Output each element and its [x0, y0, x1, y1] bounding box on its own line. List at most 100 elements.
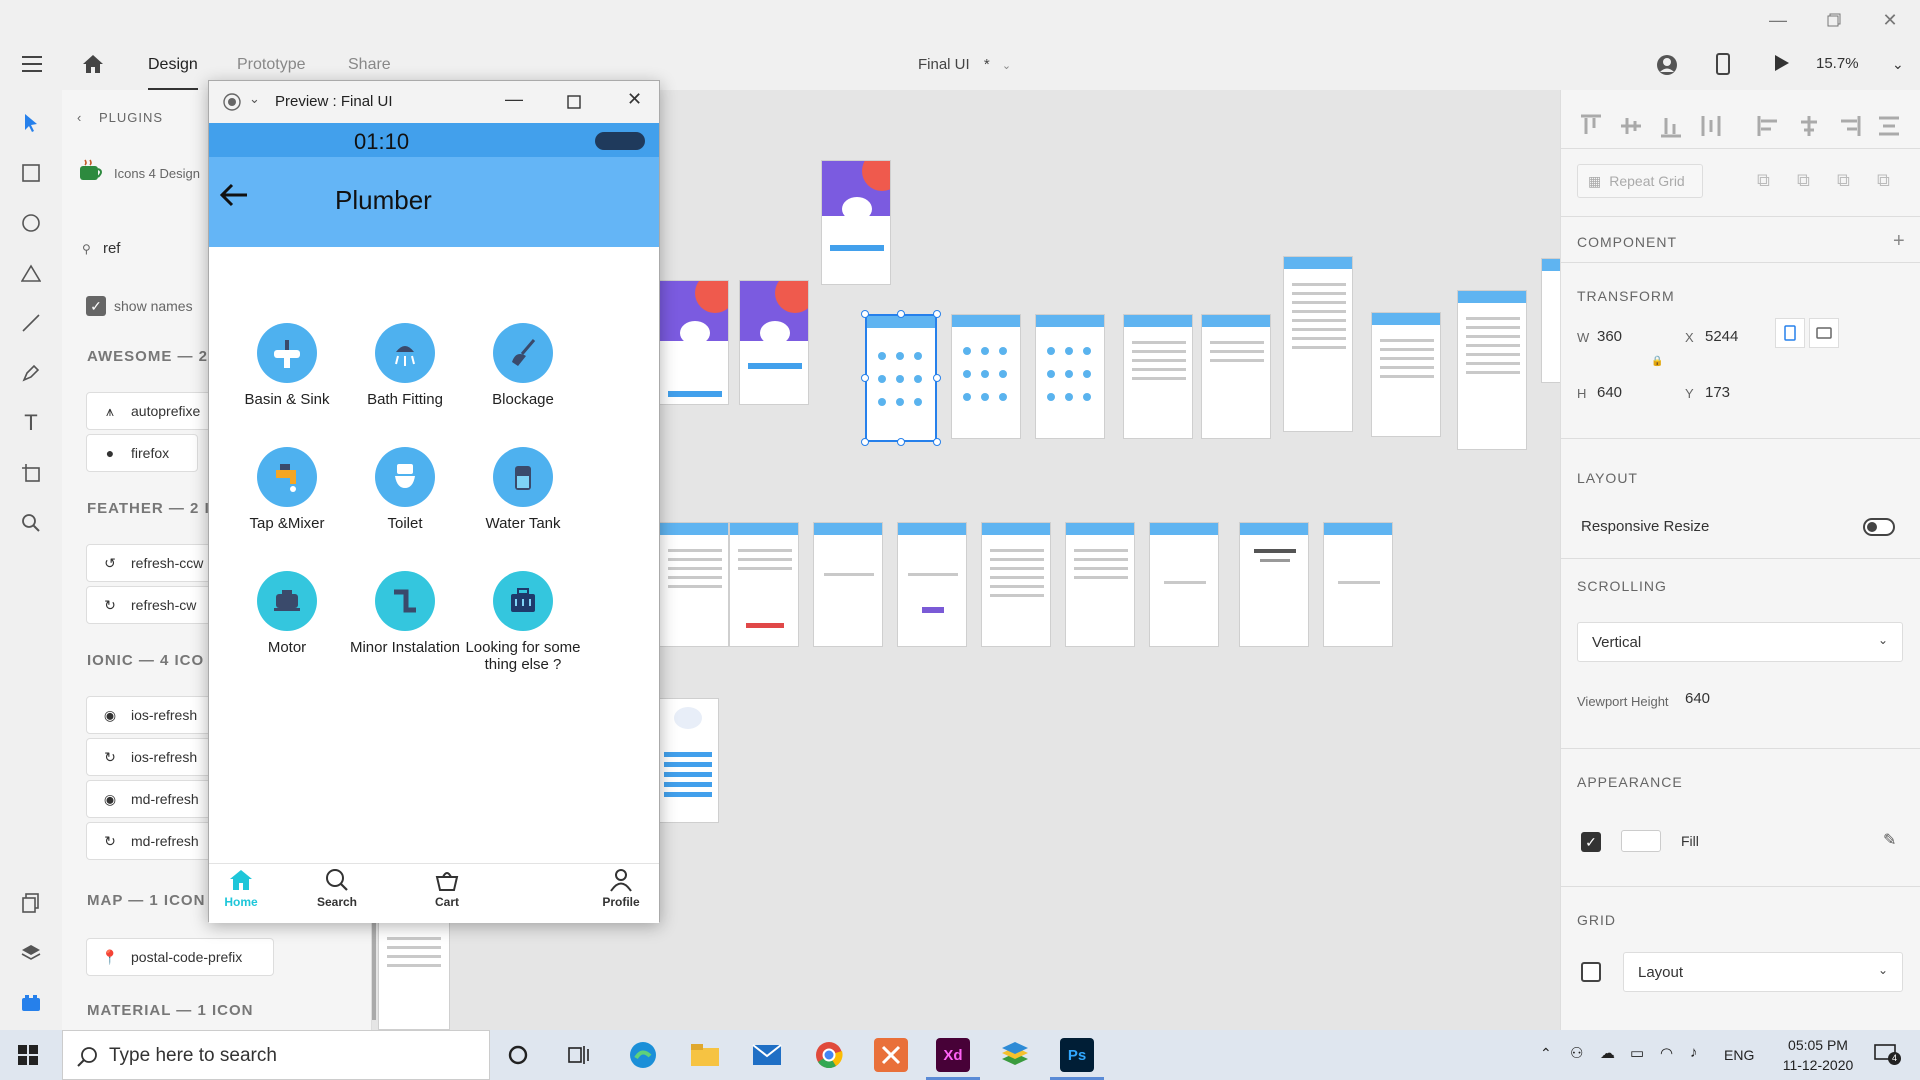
artboard-wallet[interactable] — [1239, 522, 1309, 647]
xampp-app-icon[interactable] — [874, 1038, 908, 1072]
boolean-intersect-icon[interactable]: ⧉ — [1837, 170, 1850, 191]
selection-handle[interactable] — [933, 374, 941, 382]
service-water-tank[interactable]: Water Tank — [463, 447, 583, 532]
artboard-notifications[interactable] — [813, 522, 883, 647]
height-field[interactable]: 640 — [1597, 384, 1622, 401]
service-something-else[interactable]: Looking for some thing else ? — [463, 571, 583, 673]
show-names-checkbox[interactable]: ✓ show names — [86, 296, 193, 316]
action-center-button[interactable]: 4 — [1874, 1044, 1901, 1065]
nav-search[interactable]: Search — [311, 868, 363, 909]
minimize-window-button[interactable]: — — [1758, 6, 1798, 34]
eyedropper-icon[interactable]: ✎ — [1883, 830, 1896, 850]
tab-design[interactable]: Design — [148, 56, 198, 74]
chevron-left-icon[interactable]: ‹ — [77, 110, 82, 125]
artboard-list-2[interactable] — [1371, 312, 1441, 437]
document-assets-button[interactable] — [18, 890, 44, 916]
ellipse-tool[interactable] — [18, 210, 44, 236]
scrolling-dropdown[interactable]: Vertical ⌄ — [1577, 622, 1903, 662]
text-tool[interactable]: T — [18, 410, 44, 436]
taskbar-search-box[interactable]: Type here to search — [62, 1030, 490, 1080]
clock-date[interactable]: 11-12-2020 — [1778, 1057, 1858, 1073]
selection-handle[interactable] — [897, 310, 905, 318]
rectangle-tool[interactable] — [18, 160, 44, 186]
service-tap-mixer[interactable]: Tap &Mixer — [227, 447, 347, 532]
adobe-xd-app-icon[interactable]: Xd — [936, 1038, 970, 1072]
grid-type-dropdown[interactable]: Layout ⌄ — [1623, 952, 1903, 992]
distribute-horizontal-icon[interactable] — [1877, 114, 1901, 138]
file-explorer-icon[interactable] — [688, 1038, 722, 1072]
service-basin-sink[interactable]: Basin & Sink — [227, 323, 347, 408]
artboard-list-3[interactable] — [1457, 290, 1527, 450]
selection-handle[interactable] — [861, 374, 869, 382]
artboard-delete-account[interactable] — [729, 522, 799, 647]
align-right-icon[interactable] — [1837, 114, 1861, 138]
close-preview-button[interactable]: ✕ — [627, 89, 642, 110]
artboard-login-2[interactable] — [739, 280, 809, 405]
grid-checkbox[interactable] — [1581, 962, 1601, 982]
plugin-name[interactable]: Icons 4 Design — [114, 166, 200, 181]
artboard-ac-service[interactable] — [1123, 314, 1193, 439]
mobile-preview-icon[interactable] — [1716, 53, 1730, 75]
plugins-header[interactable]: ‹ PLUGINS — [77, 110, 163, 125]
landscape-orientation-button[interactable] — [1809, 318, 1839, 348]
align-center-icon[interactable] — [1797, 114, 1821, 138]
align-top-icon[interactable] — [1579, 114, 1603, 138]
tab-share[interactable]: Share — [348, 56, 391, 74]
selection-handle[interactable] — [933, 438, 941, 446]
windows-start-icon[interactable] — [18, 1045, 38, 1065]
play-icon[interactable] — [1774, 54, 1790, 72]
language-indicator[interactable]: ENG — [1724, 1047, 1754, 1063]
artboard-booking[interactable] — [1065, 522, 1135, 647]
artboard-referral[interactable] — [1323, 522, 1393, 647]
chevron-down-icon[interactable]: ⌄ — [1892, 56, 1904, 73]
portrait-orientation-button[interactable] — [1775, 318, 1805, 348]
service-blockage[interactable]: Blockage — [463, 323, 583, 408]
nav-cart[interactable]: Cart — [421, 868, 473, 909]
artboard-help[interactable] — [981, 522, 1051, 647]
artboard-partial-bottom[interactable] — [378, 910, 450, 1030]
chevron-down-icon[interactable]: ⌄ — [249, 91, 260, 107]
line-tool[interactable] — [18, 310, 44, 336]
people-tray-icon[interactable]: ⚇ — [1570, 1044, 1583, 1062]
pen-tool[interactable] — [18, 360, 44, 386]
lock-aspect-icon[interactable]: 🔒 — [1651, 356, 1663, 367]
checkmark-icon[interactable]: ✓ — [86, 296, 106, 316]
document-title[interactable]: Final UI * ⌄ — [918, 56, 1011, 73]
artboard-profile[interactable] — [659, 522, 729, 647]
artboard-offers[interactable] — [1149, 522, 1219, 647]
maximize-preview-button[interactable] — [567, 95, 581, 109]
user-share-icon[interactable] — [1656, 54, 1678, 76]
artboard-ro-water[interactable] — [1201, 314, 1271, 439]
fill-color-swatch[interactable] — [1621, 830, 1661, 852]
zoom-tool[interactable] — [18, 510, 44, 536]
onedrive-icon[interactable]: ☁ — [1600, 1044, 1615, 1062]
selection-handle[interactable] — [897, 438, 905, 446]
restore-window-button[interactable] — [1814, 6, 1854, 34]
artboard-carpenter[interactable] — [1035, 314, 1105, 439]
home-icon[interactable] — [82, 54, 104, 74]
boolean-add-icon[interactable]: ⧉ — [1757, 170, 1770, 191]
cortana-icon[interactable] — [508, 1045, 528, 1065]
artboard-plumber-selected[interactable] — [865, 314, 937, 442]
y-field[interactable]: 173 — [1705, 384, 1730, 401]
distribute-vertical-icon[interactable] — [1699, 114, 1723, 138]
artboard-splash[interactable] — [821, 160, 891, 285]
selection-handle[interactable] — [933, 310, 941, 318]
boolean-exclude-icon[interactable]: ⧉ — [1877, 170, 1890, 191]
hamburger-menu-icon[interactable] — [22, 56, 42, 77]
layers-button[interactable] — [18, 940, 44, 966]
tab-prototype[interactable]: Prototype — [237, 56, 305, 74]
chevron-up-icon[interactable]: ⌃ — [1540, 1045, 1552, 1062]
service-minor-installation[interactable]: Minor Instalation — [345, 571, 465, 656]
back-arrow-icon[interactable] — [219, 183, 249, 207]
add-component-icon[interactable]: + — [1893, 230, 1905, 253]
artboard-partial[interactable] — [1541, 258, 1560, 383]
selection-handle[interactable] — [861, 310, 869, 318]
chrome-app-icon[interactable] — [812, 1038, 846, 1072]
polygon-tool[interactable] — [18, 260, 44, 286]
service-bath-fitting[interactable]: Bath Fitting — [345, 323, 465, 408]
task-view-icon[interactable] — [568, 1045, 590, 1065]
wifi-icon[interactable]: ◠ — [1660, 1044, 1673, 1062]
align-left-icon[interactable] — [1757, 114, 1781, 138]
plugins-button[interactable] — [18, 990, 44, 1016]
